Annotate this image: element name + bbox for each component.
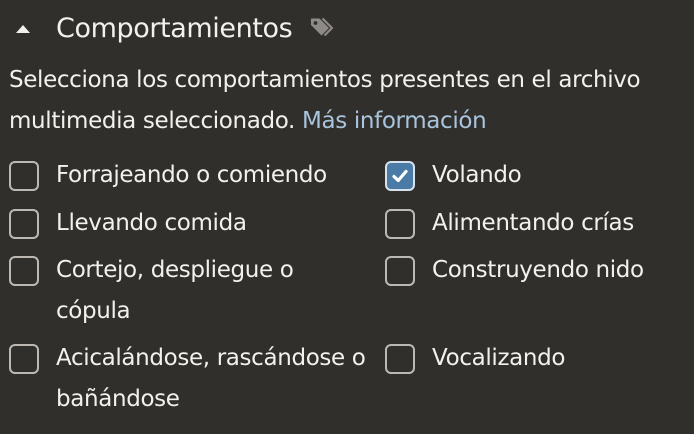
behavior-option-flying[interactable]: Volando — [385, 155, 685, 196]
label-nest-building: Construyendo nido — [432, 257, 644, 283]
section-title: Comportamientos — [56, 12, 293, 44]
checkbox-carrying-food[interactable] — [9, 209, 39, 239]
checkbox-feeding-young[interactable] — [385, 209, 415, 239]
behavior-option-nest-building[interactable]: Construyendo nido — [385, 250, 685, 291]
checkbox-preening[interactable] — [9, 344, 39, 374]
label-carrying-food: Llevando comida — [56, 210, 247, 236]
label-preening: Acicalándose, rascándose o bañándose — [56, 345, 366, 412]
behavior-option-vocalizing[interactable]: Vocalizando — [385, 338, 685, 379]
checkbox-flying[interactable] — [385, 161, 415, 191]
checkbox-vocalizing[interactable] — [385, 344, 415, 374]
label-feeding-young: Alimentando crías — [432, 210, 634, 236]
label-flying: Volando — [432, 162, 522, 188]
label-foraging: Forrajeando o comiendo — [56, 162, 327, 188]
label-courtship: Cortejo, despliegue o cópula — [56, 257, 294, 324]
behavior-option-preening[interactable]: Acicalándose, rascándose o bañándose — [9, 338, 379, 420]
collapse-caret-up-icon[interactable] — [16, 25, 30, 33]
more-info-link[interactable]: Más información — [302, 108, 487, 134]
behavior-option-feeding-young[interactable]: Alimentando crías — [385, 203, 685, 244]
behavior-option-foraging[interactable]: Forrajeando o comiendo — [9, 155, 369, 196]
checkbox-nest-building[interactable] — [385, 256, 415, 286]
tag-icon — [308, 14, 336, 42]
section-description: Selecciona los comportamientos presentes… — [9, 60, 687, 142]
behavior-option-courtship[interactable]: Cortejo, despliegue o cópula — [9, 250, 349, 332]
section-header: Comportamientos — [16, 8, 336, 48]
label-vocalizing: Vocalizando — [432, 345, 566, 371]
checkbox-foraging[interactable] — [9, 161, 39, 191]
checkmark-icon — [392, 169, 408, 183]
checkbox-courtship[interactable] — [9, 256, 39, 286]
behavior-option-carrying-food[interactable]: Llevando comida — [9, 203, 369, 244]
